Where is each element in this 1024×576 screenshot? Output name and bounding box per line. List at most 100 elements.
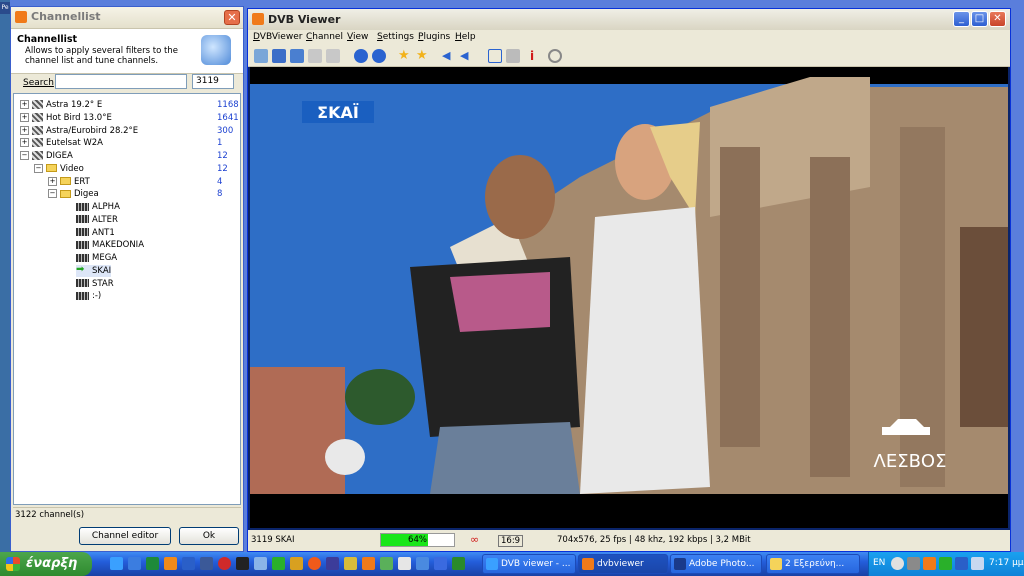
- channel-tree[interactable]: + Astra 19.2° E 1168 + Hot Bird 13.0°E 1641 + A…: [13, 93, 241, 505]
- app-icon[interactable]: [398, 557, 411, 570]
- app-icon[interactable]: [236, 557, 249, 570]
- collapse-icon[interactable]: −: [48, 189, 57, 199]
- menu-dvbviewer[interactable]: DVBViewer: [253, 32, 302, 42]
- close-icon[interactable]: ✕: [989, 11, 1006, 27]
- info-icon[interactable]: i: [530, 49, 544, 63]
- satellite-icon: [32, 138, 43, 148]
- app-tray-icon[interactable]: [923, 557, 936, 570]
- ok-button[interactable]: Ok: [179, 527, 239, 545]
- menu-settings[interactable]: Settings: [377, 32, 414, 42]
- firefox-icon[interactable]: [308, 557, 321, 570]
- app-icon[interactable]: [416, 557, 429, 570]
- word-icon[interactable]: [182, 557, 195, 570]
- maximize-icon[interactable]: □: [971, 11, 988, 27]
- search-input[interactable]: [55, 74, 187, 89]
- tree-item[interactable]: − Digea: [48, 188, 99, 200]
- aspect-ratio[interactable]: 16:9: [498, 535, 524, 547]
- tree-item[interactable]: STAR: [76, 278, 114, 290]
- app-icon[interactable]: [380, 557, 393, 570]
- app-icon[interactable]: [164, 557, 177, 570]
- volume-tray-icon[interactable]: [971, 557, 984, 570]
- tree-item[interactable]: ALPHA: [76, 201, 120, 213]
- expand-icon[interactable]: +: [20, 100, 29, 109]
- task-explorer[interactable]: 2 Εξερεύνη...: [766, 554, 860, 574]
- desktop-app-icon[interactable]: Pe: [0, 2, 10, 14]
- network-tray-icon[interactable]: [955, 557, 968, 570]
- epg-icon[interactable]: [326, 49, 340, 63]
- tree-item[interactable]: + Eutelsat W2A: [20, 137, 103, 149]
- task-photoshop[interactable]: Adobe Photo...: [670, 554, 762, 574]
- network-icon: [201, 35, 231, 65]
- clock: 7:17 μμ: [989, 558, 1024, 568]
- next-channel-icon[interactable]: [372, 49, 386, 63]
- tools-icon[interactable]: [506, 49, 520, 63]
- favorites-star-icon[interactable]: ★: [416, 49, 430, 63]
- expand-icon[interactable]: +: [20, 125, 29, 135]
- channel-editor-button[interactable]: Channel editor: [79, 527, 171, 545]
- channellist-titlebar[interactable]: Channellist ✕: [11, 7, 243, 29]
- collapse-icon[interactable]: −: [20, 151, 29, 160]
- dvbviewer-window: DVB Viewer _ □ ✕ DVBViewer Channel View …: [247, 8, 1011, 552]
- menu-view[interactable]: View: [347, 32, 368, 42]
- record-icon[interactable]: [548, 49, 562, 63]
- excel-icon[interactable]: [146, 557, 159, 570]
- tree-item[interactable]: ➡ SKAI: [76, 264, 112, 277]
- dvbviewer-icon[interactable]: [362, 557, 375, 570]
- volume-up-icon[interactable]: ◀: [460, 49, 474, 63]
- language-indicator[interactable]: EN: [873, 558, 885, 568]
- app-icon[interactable]: [326, 557, 339, 570]
- desktop-mode-icon[interactable]: [290, 49, 304, 63]
- app-icon[interactable]: [434, 557, 447, 570]
- menu-plugins[interactable]: Plugins: [418, 32, 450, 42]
- app-icon[interactable]: [290, 557, 303, 570]
- tree-item[interactable]: MEGA: [76, 252, 117, 264]
- signal-text: 64%: [408, 535, 427, 545]
- tree-item[interactable]: :-): [76, 290, 101, 302]
- satellite-icon: [32, 125, 43, 135]
- minimize-icon[interactable]: _: [953, 11, 970, 27]
- teletext-icon[interactable]: [488, 49, 502, 63]
- app-icon[interactable]: [200, 557, 213, 570]
- media-icon[interactable]: [218, 557, 231, 570]
- expand-icon[interactable]: +: [20, 112, 29, 122]
- menu-channel[interactable]: Channel: [306, 32, 343, 42]
- app-icon[interactable]: [344, 557, 357, 570]
- tree-item[interactable]: ALTER: [76, 214, 118, 226]
- previous-channel-icon[interactable]: [354, 49, 368, 63]
- browser-icon[interactable]: [110, 557, 123, 570]
- dvbviewer-titlebar[interactable]: DVB Viewer _ □ ✕: [248, 9, 1010, 30]
- close-icon[interactable]: ✕: [224, 10, 240, 25]
- app-icon[interactable]: [272, 557, 285, 570]
- task-dvbviewer[interactable]: dvbviewer: [578, 554, 668, 574]
- tree-item[interactable]: − Video: [34, 163, 84, 175]
- tree-item[interactable]: + ERT: [48, 176, 90, 188]
- tree-item-label: Astra 19.2° E: [46, 100, 103, 110]
- tree-item[interactable]: − DIGEA: [20, 150, 73, 162]
- task-dvb-viewer-browser[interactable]: DVB viewer - ...: [482, 554, 576, 574]
- app-tray-icon[interactable]: [907, 557, 920, 570]
- app-icon[interactable]: [452, 557, 465, 570]
- video-display[interactable]: ΣΚΑΪ ΛΕΣΒΟΣ: [250, 67, 1008, 528]
- tree-item[interactable]: + Hot Bird 13.0°E: [20, 112, 112, 124]
- window-mode-icon[interactable]: [254, 49, 268, 63]
- fullscreen-icon[interactable]: [272, 49, 286, 63]
- help-icon[interactable]: [891, 557, 904, 570]
- tree-item[interactable]: MAKEDONIA: [76, 239, 144, 251]
- tree-item[interactable]: + Astra/Eurobird 28.2°E: [20, 125, 138, 137]
- channel-number-field[interactable]: 3119: [192, 74, 234, 89]
- collapse-icon[interactable]: −: [34, 163, 43, 173]
- favorite-star-icon[interactable]: ★: [398, 49, 412, 63]
- menu-help[interactable]: Help: [455, 32, 476, 42]
- channel-count-status: 3122 channel(s): [15, 510, 85, 520]
- app-icon[interactable]: [254, 557, 267, 570]
- outlook-icon[interactable]: [128, 557, 141, 570]
- tree-item[interactable]: ANT1: [76, 227, 115, 239]
- volume-down-icon[interactable]: ◀: [442, 49, 456, 63]
- record-status-icon: ∞: [470, 533, 480, 546]
- tree-item[interactable]: + Astra 19.2° E: [20, 99, 102, 111]
- osd-icon[interactable]: [308, 49, 322, 63]
- expand-icon[interactable]: +: [20, 138, 29, 148]
- expand-icon[interactable]: +: [48, 176, 57, 186]
- video-frame: ΣΚΑΪ ΛΕΣΒΟΣ: [250, 67, 1008, 528]
- app-tray-icon[interactable]: [939, 557, 952, 570]
